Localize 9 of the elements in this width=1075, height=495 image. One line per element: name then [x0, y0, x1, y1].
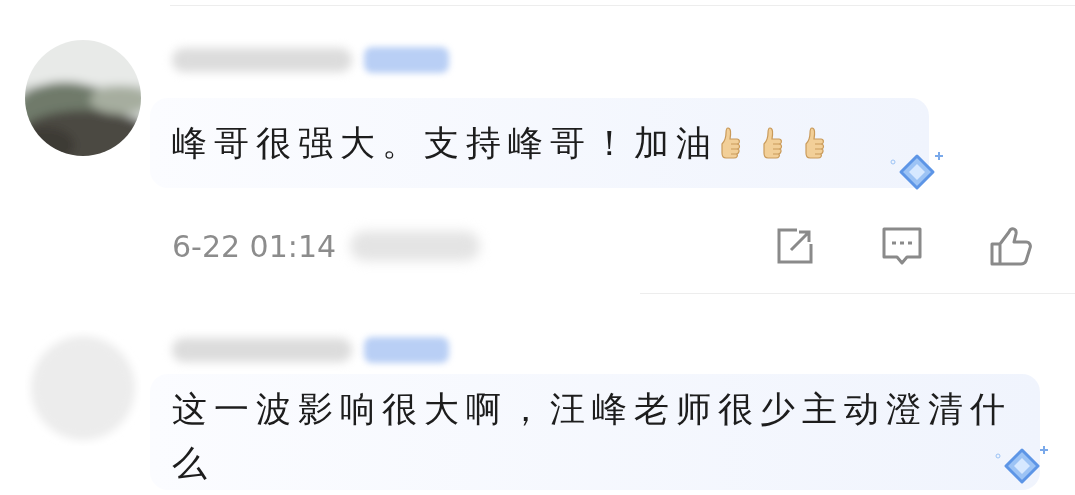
comment-text: 峰哥很强大。支持峰哥！加油 — [172, 122, 718, 165]
like-icon[interactable] — [989, 226, 1033, 266]
thumbs-up-icon — [718, 125, 742, 161]
share-icon[interactable] — [775, 226, 815, 266]
comment-text: 这一波影响很大啊，汪峰老师很少主动澄清什么 — [172, 388, 1013, 485]
thumbs-up-icon — [802, 125, 826, 161]
timestamp: 6-22 01:14 — [172, 228, 337, 264]
thumbs-up-icon — [760, 125, 784, 161]
comment-icon[interactable] — [881, 226, 923, 266]
